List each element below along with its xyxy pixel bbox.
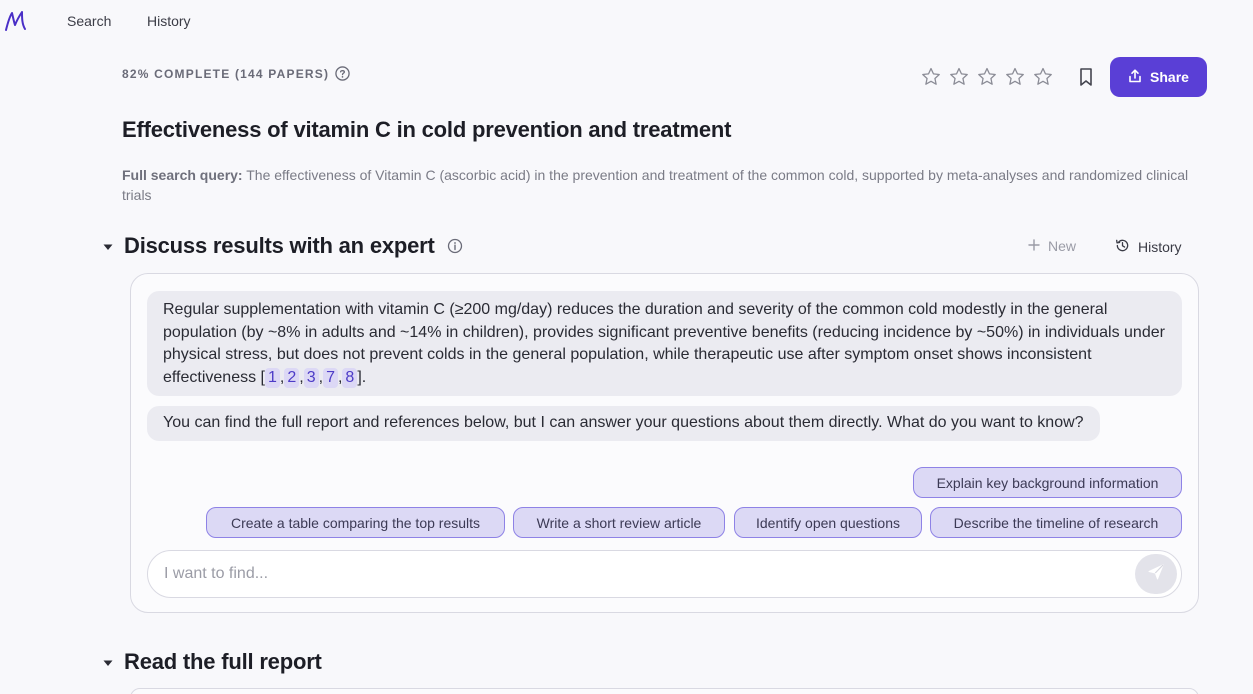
send-icon [1147,563,1165,586]
assistant-message: Regular supplementation with vitamin C (… [147,291,1182,396]
caret-down-icon[interactable] [102,240,114,252]
citation-link[interactable]: 3 [303,367,319,388]
report-section-title: Read the full report [124,649,322,674]
bookmark-icon[interactable] [1077,67,1095,87]
star-icon[interactable] [976,66,998,88]
nav-search-link[interactable]: Search [67,13,111,29]
app-logo[interactable]: M [4,8,28,34]
progress-text: 82% COMPLETE (144 PAPERS) [122,66,330,81]
star-icon[interactable] [948,66,970,88]
send-button[interactable] [1135,554,1177,594]
suggestion-chip[interactable]: Write a short review article [513,507,725,538]
share-button[interactable]: Share [1110,57,1207,97]
question-circle-icon[interactable] [335,66,350,81]
discuss-section-header: Discuss results with an expert [102,233,463,259]
info-icon[interactable] [447,238,463,254]
star-icon[interactable] [1004,66,1026,88]
query-label: Full search query: [122,167,243,183]
chat-input[interactable] [164,563,1124,585]
suggestion-chip[interactable]: Identify open questions [734,507,922,538]
progress-status: 82% COMPLETE (144 PAPERS) [122,66,350,81]
chat-history-button[interactable]: History [1115,238,1182,256]
caret-down-icon[interactable] [102,656,114,668]
assistant-message: You can find the full report and referen… [147,406,1100,441]
top-nav: M Search History [0,0,1253,42]
new-label: New [1048,238,1077,254]
report-section-header: Read the full report [102,649,322,675]
query-text: The effectiveness of Vitamin C (ascorbic… [122,167,1189,203]
citation-link[interactable]: 7 [323,367,338,388]
citation-link[interactable]: 8 [342,367,358,388]
history-clock-icon [1115,238,1130,256]
new-chat-button[interactable]: New [1028,238,1076,254]
nav-history-link[interactable]: History [147,13,191,29]
chat-input-box [147,550,1182,598]
share-label: Share [1150,69,1189,85]
star-icon[interactable] [920,66,942,88]
discuss-section-title: Discuss results with an expert [124,233,435,258]
citation-link[interactable]: 2 [284,367,300,388]
citation-list: 1,2,3,7,8 [264,367,358,388]
search-query: Full search query: The effectiveness of … [122,165,1197,205]
rating-stars [920,66,1054,88]
report-panel [130,688,1199,694]
chat-panel: Regular supplementation with vitamin C (… [130,273,1199,613]
share-icon [1128,68,1142,86]
history-label: History [1138,239,1182,255]
suggestion-chip[interactable]: Explain key background information [913,467,1182,498]
citation-link[interactable]: 1 [264,367,280,388]
page-title: Effectiveness of vitamin C in cold preve… [122,117,732,142]
star-icon[interactable] [1032,66,1054,88]
suggestion-chip[interactable]: Create a table comparing the top results [206,507,505,538]
suggestion-chip[interactable]: Describe the timeline of research [930,507,1182,538]
plus-icon [1028,238,1040,254]
message-suffix: ]. [357,368,367,386]
